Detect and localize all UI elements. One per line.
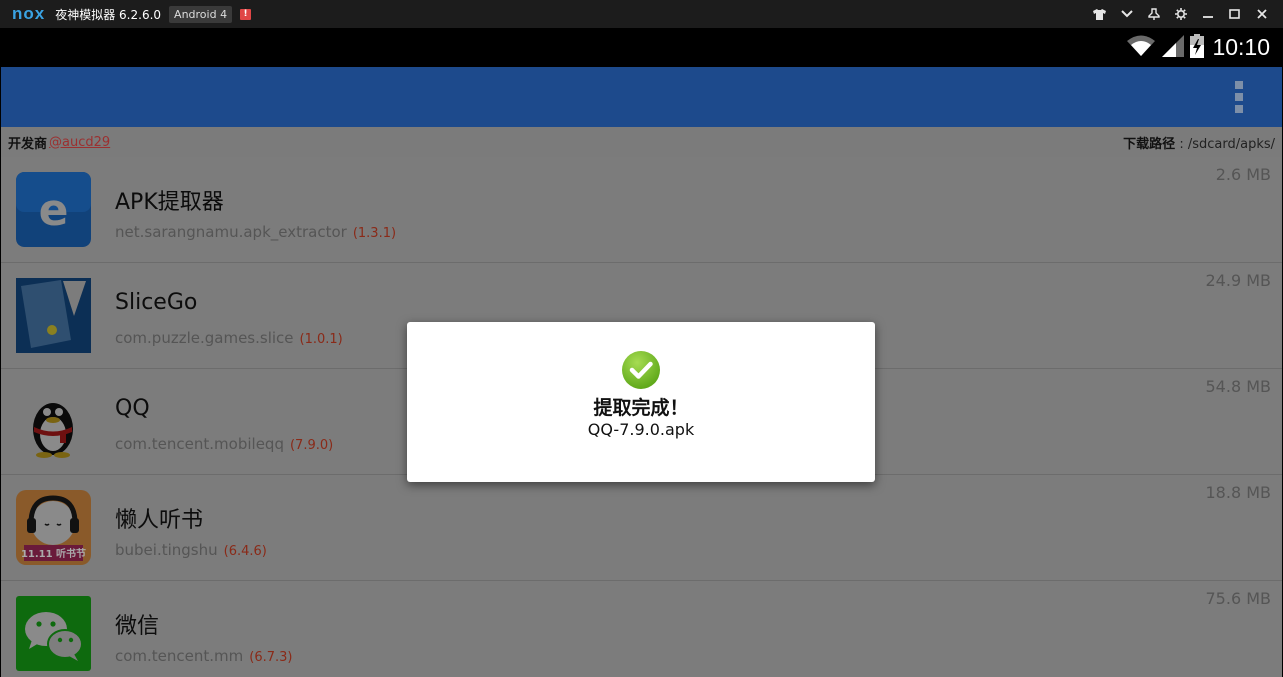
version: (1.0.1)	[299, 332, 343, 347]
package-name: com.tencent.mm	[115, 647, 244, 665]
app-name: SliceGo	[115, 290, 198, 315]
developer-label: 开发商	[8, 136, 48, 152]
list-item[interactable]: e APK提取器 net.sarangnamu.apk_extractor (1.…	[1, 157, 1282, 263]
window-controls	[1086, 0, 1275, 28]
extraction-complete-dialog[interactable]: 提取完成！ QQ-7.9.0.apk	[407, 322, 875, 482]
download-path-value: : /sdcard/apks/	[1175, 136, 1275, 152]
chevron-down-icon[interactable]	[1113, 0, 1140, 28]
dialog-filename: QQ-7.9.0.apk	[587, 420, 695, 439]
package-line: com.puzzle.games.slice (1.0.1)	[115, 329, 343, 347]
emulator-title: 夜神模拟器 6.2.6.0	[55, 7, 162, 22]
overflow-menu-icon[interactable]	[1234, 81, 1244, 113]
package-name: net.sarangnamu.apk_extractor	[115, 223, 347, 241]
close-icon[interactable]	[1248, 0, 1275, 28]
version: (6.7.3)	[249, 650, 293, 665]
package-line: bubei.tingshu (6.4.6)	[115, 541, 267, 559]
wifi-icon	[1126, 35, 1156, 61]
battery-charging-icon	[1190, 33, 1205, 62]
app-name: 懒人听书	[115, 508, 204, 533]
package-name: bubei.tingshu	[115, 541, 218, 559]
package-name: com.puzzle.games.slice	[115, 329, 294, 347]
list-item[interactable]: 11.11 听书节 懒人听书 bubei.tingshu (6.4.6) 18.8…	[1, 475, 1282, 581]
app-name: APK提取器	[115, 190, 224, 215]
alert-badge[interactable]: !	[240, 8, 252, 20]
clock: 10:10	[1212, 34, 1270, 60]
emulator-titlebar: nox 夜神模拟器 6.2.6.0 Android 4 !	[0, 0, 1283, 28]
minimize-icon[interactable]	[1194, 0, 1221, 28]
nox-logo: nox	[12, 4, 46, 23]
version: (1.3.1)	[352, 226, 397, 241]
dialog-title: 提取完成！	[593, 397, 689, 419]
pin-icon[interactable]	[1140, 0, 1167, 28]
shirt-icon[interactable]	[1086, 0, 1113, 28]
qq-penguin-icon	[16, 384, 91, 459]
check-circle-icon	[622, 351, 660, 389]
signal-icon	[1162, 34, 1185, 61]
apk-extractor-icon: e	[16, 172, 91, 247]
version: (7.9.0)	[289, 438, 334, 453]
gear-icon[interactable]	[1167, 0, 1194, 28]
package-line: net.sarangnamu.apk_extractor (1.3.1)	[115, 223, 396, 241]
app-size: 54.8 MB	[1205, 377, 1272, 396]
package-line: com.tencent.mobileqq (7.9.0)	[115, 435, 333, 453]
slicego-icon	[16, 278, 91, 353]
package-line: com.tencent.mm (6.7.3)	[115, 647, 293, 665]
app-size: 18.8 MB	[1205, 483, 1272, 502]
svg-text:e: e	[39, 185, 69, 236]
icon-badge-text: 11.11 听书节	[21, 547, 86, 560]
maximize-icon[interactable]	[1221, 0, 1248, 28]
package-name: com.tencent.mobileqq	[115, 435, 284, 453]
version: (6.4.6)	[223, 544, 267, 559]
download-path-label: 下载路径	[1123, 136, 1176, 152]
wechat-icon	[16, 596, 91, 671]
app-name: QQ	[115, 396, 150, 421]
android-version-badge: Android 4	[169, 5, 233, 23]
download-path: 下载路径 : /sdcard/apks/	[1123, 133, 1275, 152]
app-size: 24.9 MB	[1205, 271, 1272, 290]
app-toolbar	[1, 67, 1282, 127]
info-bar: 开发商 @aucd29 下载路径 : /sdcard/apks/	[1, 127, 1282, 157]
list-item[interactable]: 微信 com.tencent.mm (6.7.3) 75.6 MB	[1, 581, 1282, 677]
app-name: 微信	[115, 614, 160, 639]
app-size: 2.6 MB	[1215, 165, 1271, 184]
lazy-audiobook-icon: 11.11 听书节	[16, 490, 91, 565]
developer-link[interactable]: @aucd29	[49, 135, 110, 150]
app-size: 75.6 MB	[1205, 589, 1272, 608]
android-statusbar: 10:10	[1, 28, 1282, 67]
